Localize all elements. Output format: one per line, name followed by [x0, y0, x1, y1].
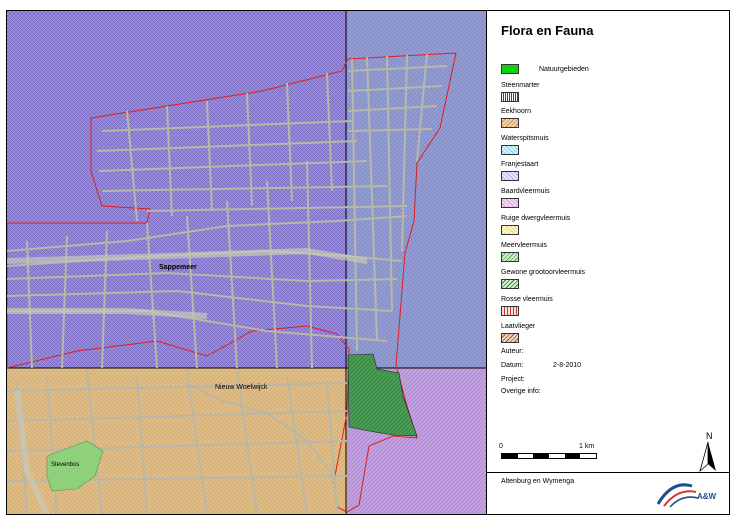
legend-label-gewone-grootoorvleermuis: Gewone grootoorvleermuis [501, 269, 586, 276]
legend-panel: Flora en Fauna Natuurgebieden Steenmarte… [486, 11, 729, 514]
meta-auteur-label: Auteur: [501, 348, 524, 355]
legend-label-natuurgebieden: Natuurgebieden [539, 66, 589, 73]
map-area[interactable]: Sappemeer Nieuw Woelwijck Stevenbos [7, 11, 486, 514]
scalebar [501, 453, 597, 459]
legend-label-rosse-vleermuis: Rosse vleermuis [501, 296, 553, 303]
legend-label-laatvlieger: Laatvlieger [501, 323, 536, 330]
swatch-laatvlieger [501, 333, 519, 343]
legend-label-franjestaart: Franjestaart [501, 161, 539, 168]
swatch-natuurgebieden [501, 64, 519, 74]
swatch-baardvleermuis [501, 198, 519, 208]
scalebar-start: 0 [499, 443, 503, 450]
meta-datum-label: Datum: [501, 362, 524, 369]
scalebar-end: 1 km [579, 443, 595, 450]
swatch-eekhoorn [501, 118, 519, 128]
company-name: Altenburg en Wymenga [501, 478, 575, 485]
swatch-ruige-dwergvleermuis [501, 225, 519, 235]
meta-overige-label: Overige info: [501, 388, 541, 395]
swatch-meervleermuis [501, 252, 519, 262]
swatch-waterspitsmuis [501, 145, 519, 155]
legend-title: Flora en Fauna [501, 23, 594, 38]
north-arrow-icon [699, 442, 716, 472]
label-town: Sappemeer [159, 264, 197, 271]
label-park: Stevenbos [51, 462, 80, 468]
legend-label-eekhoorn: Eekhoorn [501, 108, 531, 115]
meta-project-label: Project: [501, 376, 525, 383]
legend-label-steenmarter: Steenmarter [501, 82, 540, 89]
north-label: N [706, 431, 713, 441]
meta-datum-value: 2-8-2010 [553, 362, 582, 369]
swatch-franjestaart [501, 171, 519, 181]
legend-label-waterspitsmuis: Waterspitsmuis [501, 135, 549, 142]
map-canvas [7, 11, 486, 514]
company-logo-text: A&W [697, 492, 717, 501]
swatch-steenmarter [501, 92, 519, 102]
swatch-gewone-grootoorvleermuis [501, 279, 519, 289]
legend-label-baardvleermuis: Baardvleermuis [501, 188, 550, 195]
legend-label-meervleermuis: Meervleermuis [501, 242, 547, 249]
label-place: Nieuw Woelwijck [215, 384, 268, 391]
legend-label-ruige-dwergvleermuis: Ruige dwergvleermuis [501, 215, 571, 222]
divider-1 [487, 472, 729, 473]
swatch-rosse-vleermuis [501, 306, 519, 316]
